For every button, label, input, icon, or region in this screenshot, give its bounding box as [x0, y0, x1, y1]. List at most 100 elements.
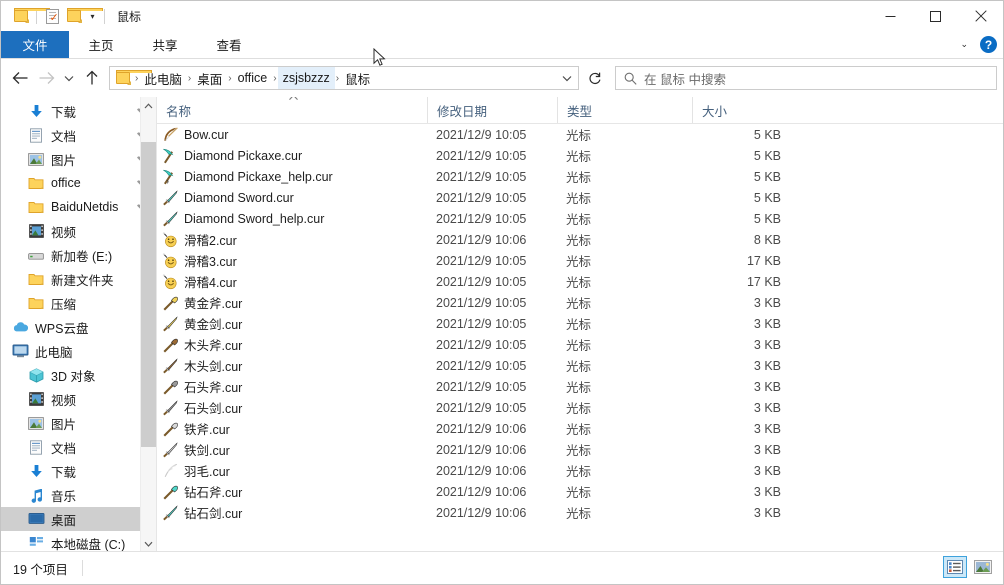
column-header-name[interactable]: 名称 — [157, 97, 427, 123]
folder-icon[interactable] — [10, 5, 50, 27]
file-name-cell[interactable]: 石头斧.cur — [157, 377, 427, 396]
breadcrumb-bar[interactable]: › 此电脑 › 桌面 › office › zsjsbzzz › 鼠标 — [109, 66, 579, 90]
close-button[interactable] — [958, 1, 1003, 31]
sidebar-item-2[interactable]: 图片 — [1, 147, 156, 171]
table-row[interactable]: 黄金斧.cur 2021/12/9 10:05 光标 3 KB — [157, 292, 1003, 313]
scroll-down-arrow-icon[interactable] — [141, 535, 156, 552]
sidebar-item-15[interactable]: 下载 — [1, 459, 156, 483]
file-name-cell[interactable]: 木头剑.cur — [157, 356, 427, 375]
sidebar-item-17[interactable]: 桌面 — [1, 507, 156, 531]
file-name-cell[interactable]: 钻石斧.cur — [157, 482, 427, 501]
file-name-cell[interactable]: 钻石剑.cur — [157, 503, 427, 522]
breadcrumb-item-zsjsbzzz[interactable]: zsjsbzzz — [277, 67, 335, 89]
maximize-button[interactable] — [913, 1, 958, 31]
tab-share[interactable]: 共享 — [133, 31, 197, 58]
search-box[interactable]: 在 鼠标 中搜索 — [615, 66, 997, 90]
sidebar-item-label: 下载 — [51, 465, 77, 480]
table-row[interactable]: 木头斧.cur 2021/12/9 10:05 光标 3 KB — [157, 334, 1003, 355]
sidebar-item-9[interactable]: WPS云盘 — [1, 315, 156, 339]
file-name-cell[interactable]: 石头剑.cur — [157, 398, 427, 417]
table-row[interactable]: 铁斧.cur 2021/12/9 10:06 光标 3 KB — [157, 418, 1003, 439]
up-button[interactable] — [79, 65, 105, 91]
navigation-scrollbar-thumb[interactable] — [141, 142, 156, 447]
file-name-cell[interactable]: Bow.cur — [157, 126, 427, 143]
forward-button[interactable] — [33, 65, 59, 91]
table-row[interactable]: 黄金剑.cur 2021/12/9 10:05 光标 3 KB — [157, 313, 1003, 334]
breadcrumb-item-mouse[interactable]: 鼠标 — [340, 67, 375, 89]
file-date-cell: 2021/12/9 10:05 — [436, 400, 527, 415]
sidebar-item-4[interactable]: BaiduNetdis — [1, 195, 156, 219]
sidebar-item-16[interactable]: 音乐 — [1, 483, 156, 507]
address-dropdown-chevron-down-icon[interactable] — [556, 67, 578, 89]
table-row[interactable]: Diamond Pickaxe_help.cur 2021/12/9 10:05 光… — [157, 166, 1003, 187]
table-row[interactable]: 钻石斧.cur 2021/12/9 10:06 光标 3 KB — [157, 481, 1003, 502]
new-folder-icon[interactable] — [63, 5, 103, 27]
table-row[interactable]: 钻石剑.cur 2021/12/9 10:06 光标 3 KB — [157, 502, 1003, 523]
sidebar-item-14[interactable]: 文档 — [1, 435, 156, 459]
file-name-cell[interactable]: 滑稽3.cur — [157, 251, 427, 270]
details-view-button[interactable] — [943, 556, 967, 578]
sidebar-item-5[interactable]: 视频 — [1, 219, 156, 243]
tab-view[interactable]: 查看 — [197, 31, 261, 58]
back-button[interactable] — [7, 65, 33, 91]
refresh-button[interactable] — [581, 65, 609, 91]
column-header-date[interactable]: 修改日期 — [427, 97, 557, 123]
table-row[interactable]: 石头斧.cur 2021/12/9 10:05 光标 3 KB — [157, 376, 1003, 397]
breadcrumb-item-desktop[interactable]: 桌面 — [192, 67, 227, 89]
file-date-cell: 2021/12/9 10:06 — [436, 232, 527, 247]
minimize-button[interactable] — [868, 1, 913, 31]
expand-ribbon-chevron-down-icon[interactable]: ⌄ — [956, 39, 972, 50]
file-name-cell[interactable]: 滑稽4.cur — [157, 272, 427, 291]
file-name-cell[interactable]: Diamond Pickaxe_help.cur — [157, 168, 427, 185]
file-name-cell[interactable]: 铁斧.cur — [157, 419, 427, 438]
sidebar-item-8[interactable]: 压缩 — [1, 291, 156, 315]
sidebar-item-12[interactable]: 视频 — [1, 387, 156, 411]
sidebar-item-10[interactable]: 此电脑 — [1, 339, 156, 363]
sidebar-item-0[interactable]: 下载 — [1, 99, 156, 123]
table-row[interactable]: 铁剑.cur 2021/12/9 10:06 光标 3 KB — [157, 439, 1003, 460]
scroll-up-arrow-icon[interactable] — [141, 97, 156, 114]
help-icon[interactable]: ? — [980, 36, 997, 53]
table-row[interactable]: Diamond Sword.cur 2021/12/9 10:05 光标 5 KB — [157, 187, 1003, 208]
file-name-cell[interactable]: 黄金斧.cur — [157, 293, 427, 312]
file-name-cell[interactable]: 铁剑.cur — [157, 440, 427, 459]
file-size-cell: 3 KB — [753, 505, 781, 520]
address-bar: › 此电脑 › 桌面 › office › zsjsbzzz › 鼠标 在 鼠标… — [1, 59, 1003, 97]
file-name-cell[interactable]: Diamond Sword_help.cur — [157, 210, 427, 227]
sidebar-item-1[interactable]: 文档 — [1, 123, 156, 147]
table-row[interactable]: Diamond Sword_help.cur 2021/12/9 10:05 光标 5… — [157, 208, 1003, 229]
file-type-cell: 光标 — [566, 360, 592, 374]
recent-locations-chevron-down-icon[interactable] — [59, 65, 79, 91]
file-name-cell[interactable]: Diamond Pickaxe.cur — [157, 147, 427, 164]
table-row[interactable]: 滑稽3.cur 2021/12/9 10:05 光标 17 KB — [157, 250, 1003, 271]
sidebar-item-6[interactable]: 新加卷 (E:) — [1, 243, 156, 267]
file-name-cell[interactable]: Diamond Sword.cur — [157, 189, 427, 206]
large-icons-view-button[interactable] — [971, 556, 995, 578]
sidebar-item-18[interactable]: 本地磁盘 (C:) — [1, 531, 156, 552]
column-header-size[interactable]: 大小 — [692, 97, 797, 123]
sidebar-item-11[interactable]: 3D 对象 — [1, 363, 156, 387]
sidebar-item-3[interactable]: office — [1, 171, 156, 195]
table-row[interactable]: 木头剑.cur 2021/12/9 10:05 光标 3 KB — [157, 355, 1003, 376]
breadcrumb-item-office[interactable]: office — [233, 67, 273, 89]
tab-home[interactable]: 主页 — [69, 31, 133, 58]
navigation-scrollbar[interactable] — [140, 97, 156, 552]
column-header-type[interactable]: 类型 — [557, 97, 692, 123]
file-date-cell: 2021/12/9 10:05 — [436, 127, 527, 142]
sidebar-item-13[interactable]: 图片 — [1, 411, 156, 435]
file-name-cell[interactable]: 木头斧.cur — [157, 335, 427, 354]
tab-file[interactable]: 文件 — [1, 31, 69, 58]
file-name-cell[interactable]: 黄金剑.cur — [157, 314, 427, 333]
table-row[interactable]: 羽毛.cur 2021/12/9 10:06 光标 3 KB — [157, 460, 1003, 481]
file-name-cell[interactable]: 羽毛.cur — [157, 461, 427, 480]
sidebar-item-7[interactable]: 新建文件夹 — [1, 267, 156, 291]
table-row[interactable]: 石头剑.cur 2021/12/9 10:05 光标 3 KB — [157, 397, 1003, 418]
file-name-cell[interactable]: 滑稽2.cur — [157, 230, 427, 249]
table-row[interactable]: 滑稽2.cur 2021/12/9 10:06 光标 8 KB — [157, 229, 1003, 250]
table-row[interactable]: Diamond Pickaxe.cur 2021/12/9 10:05 光标 5 KB — [157, 145, 1003, 166]
search-input[interactable]: 在 鼠标 中搜索 — [644, 69, 726, 88]
sidebar-item-label: 新加卷 (E:) — [51, 249, 113, 264]
table-row[interactable]: Bow.cur 2021/12/9 10:05 光标 5 KB — [157, 124, 1003, 145]
breadcrumb-folder-icon — [112, 69, 152, 85]
table-row[interactable]: 滑稽4.cur 2021/12/9 10:05 光标 17 KB — [157, 271, 1003, 292]
